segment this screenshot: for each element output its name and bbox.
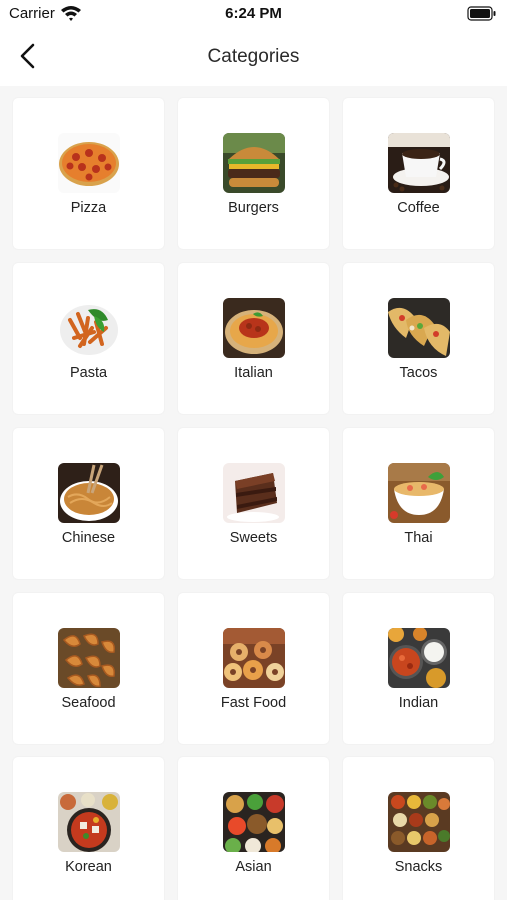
category-label: Coffee — [397, 200, 440, 216]
category-label: Snacks — [394, 859, 443, 875]
category-card-thai[interactable]: Thai — [343, 428, 494, 579]
category-card-tacos[interactable]: Tacos — [343, 263, 494, 414]
category-label: Seafood — [61, 695, 116, 711]
category-label: Pizza — [70, 200, 107, 216]
soup-bowl-image — [388, 463, 450, 523]
tacos-image — [388, 298, 450, 358]
navigation-bar: Categories — [0, 30, 507, 86]
burger-image — [223, 133, 285, 193]
pasta-image — [58, 298, 120, 358]
category-card-pasta[interactable]: Pasta — [13, 263, 164, 414]
category-card-indian[interactable]: Indian — [343, 593, 494, 744]
asian-platter-image — [223, 792, 285, 852]
battery-icon — [467, 6, 496, 21]
spaghetti-image — [223, 298, 285, 358]
category-card-fast-food[interactable]: Fast Food — [178, 593, 329, 744]
category-label: Indian — [398, 695, 439, 711]
category-card-asian[interactable]: Asian — [178, 757, 329, 900]
category-card-korean[interactable]: Korean — [13, 757, 164, 900]
category-card-sweets[interactable]: Sweets — [178, 428, 329, 579]
category-label: Fast Food — [220, 695, 287, 711]
spice-bowls-image — [388, 792, 450, 852]
donuts-image — [223, 628, 285, 688]
pizza-image — [58, 133, 120, 193]
category-label: Pasta — [69, 365, 108, 381]
category-card-burgers[interactable]: Burgers — [178, 98, 329, 249]
category-card-italian[interactable]: Italian — [178, 263, 329, 414]
curry-dishes-image — [388, 628, 450, 688]
category-grid: Pizza Burgers Coffee Pasta Italian Tacos… — [0, 86, 507, 900]
category-label: Italian — [234, 365, 273, 381]
cake-image — [223, 463, 285, 523]
page-title: Categories — [207, 46, 300, 67]
category-label: Asian — [235, 859, 272, 875]
shrimp-image — [58, 628, 120, 688]
category-label: Korean — [65, 859, 112, 875]
korean-stew-image — [58, 792, 120, 852]
category-card-coffee[interactable]: Coffee — [343, 98, 494, 249]
category-label: Sweets — [229, 530, 278, 546]
category-card-pizza[interactable]: Pizza — [13, 98, 164, 249]
category-card-seafood[interactable]: Seafood — [13, 593, 164, 744]
category-label: Tacos — [399, 365, 438, 381]
category-card-snacks[interactable]: Snacks — [343, 757, 494, 900]
category-label: Chinese — [61, 530, 116, 546]
status-bar: Carrier 6:24 PM — [0, 0, 507, 30]
category-card-chinese[interactable]: Chinese — [13, 428, 164, 579]
category-label: Thai — [404, 530, 433, 546]
noodles-image — [58, 463, 120, 523]
coffee-image — [388, 133, 450, 193]
category-label: Burgers — [228, 200, 279, 216]
status-time: 6:24 PM — [225, 5, 282, 22]
